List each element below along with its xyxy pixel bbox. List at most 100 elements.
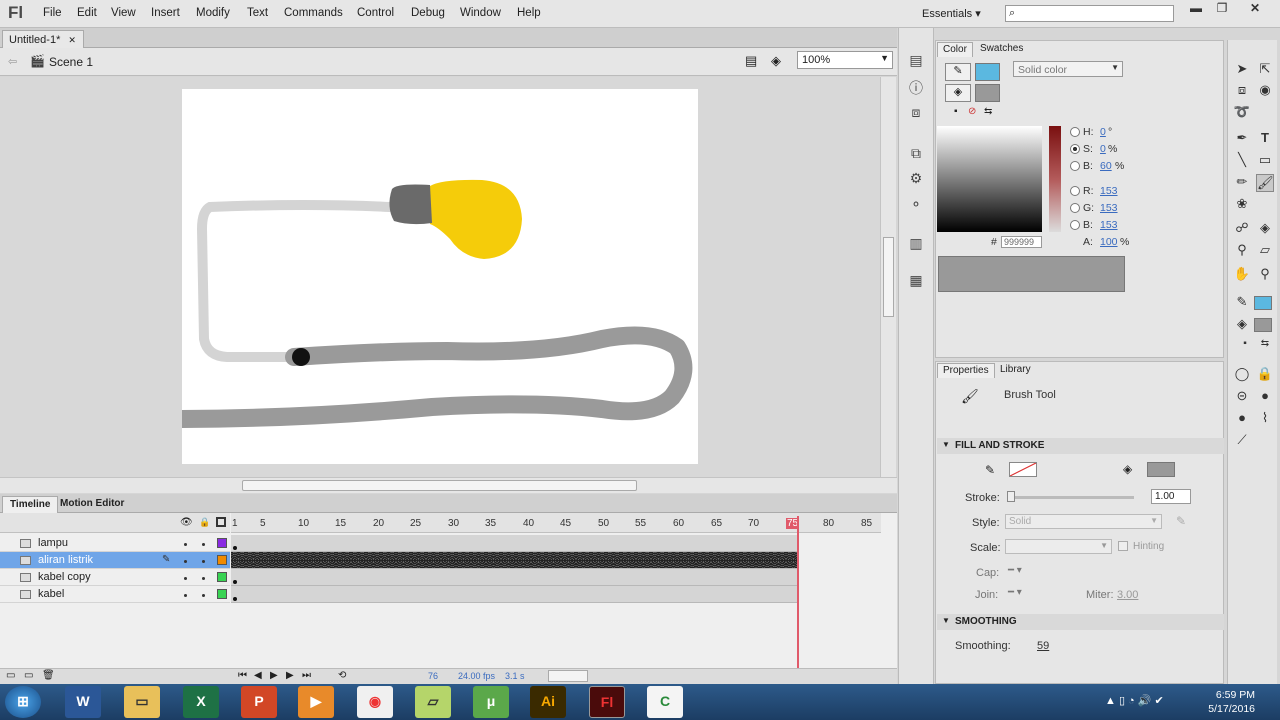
taskbar-powerpoint[interactable]: P xyxy=(241,686,277,718)
frame-span-kabel-copy[interactable] xyxy=(231,569,799,586)
frame-span-kabel[interactable] xyxy=(231,586,799,603)
new-layer-icon[interactable]: ▭ xyxy=(6,670,15,681)
minimize-button[interactable]: ▬ xyxy=(1184,1,1208,17)
deco-tool-icon[interactable]: ❀ xyxy=(1233,196,1251,214)
fill-color-tool-icon[interactable]: ◈ xyxy=(1233,316,1251,334)
step-forward-icon[interactable]: ▶ xyxy=(286,670,294,681)
hand-tool-icon[interactable]: ✋ xyxy=(1233,266,1251,284)
style-select[interactable]: Solid ▼ xyxy=(1005,514,1162,529)
taskbar-flash[interactable]: Fl xyxy=(589,686,625,718)
lock-dot[interactable] xyxy=(202,577,205,580)
document-tab[interactable]: Untitled-1* ✕ xyxy=(2,30,84,48)
menu-window[interactable]: Window xyxy=(460,7,501,19)
project-panel-icon[interactable]: ▥ xyxy=(906,235,926,255)
vscroll-thumb[interactable] xyxy=(883,237,894,317)
stroke-color-tool-icon[interactable]: ✎ xyxy=(1233,294,1251,312)
fill-type-select[interactable]: Solid color ▼ xyxy=(1013,61,1123,77)
play-icon[interactable]: ▶ xyxy=(270,670,278,681)
r-value[interactable]: 153 xyxy=(1100,185,1118,197)
layer-row-kabel[interactable]: kabel xyxy=(0,586,230,603)
lasso-tool-icon[interactable]: ➰ xyxy=(1233,104,1251,122)
taskbar-illustrator[interactable]: Ai xyxy=(530,686,566,718)
help-search-input[interactable]: ⌕ xyxy=(1005,5,1174,22)
lock-dot[interactable] xyxy=(202,594,205,597)
brush-shape-icon[interactable]: ● xyxy=(1233,410,1251,428)
no-color-icon[interactable]: ⊘ xyxy=(968,106,976,117)
layer-color-swatch[interactable] xyxy=(217,555,227,565)
components-icon[interactable]: ⚙ xyxy=(906,170,926,190)
subselection-tool-icon[interactable]: ⇱ xyxy=(1256,61,1274,79)
taskbar-utorrent[interactable]: μ xyxy=(473,686,509,718)
layer-color-swatch[interactable] xyxy=(217,589,227,599)
taskbar-camtasia[interactable]: C xyxy=(647,686,683,718)
menu-view[interactable]: View xyxy=(111,7,136,19)
toolbar-stroke-swatch[interactable] xyxy=(1254,296,1272,310)
menu-text[interactable]: Text xyxy=(247,7,268,19)
frame-rate[interactable]: 24.00 fps xyxy=(458,671,495,681)
taskbar-explorer[interactable]: ▭ xyxy=(124,686,160,718)
color-picker-field[interactable] xyxy=(937,126,1042,232)
smoothing-value[interactable]: 59 xyxy=(1037,640,1049,652)
alpha-value[interactable]: 100 xyxy=(1100,236,1118,248)
menu-debug[interactable]: Debug xyxy=(411,7,445,19)
edit-stroke-style-icon[interactable]: ✎ xyxy=(1176,514,1186,528)
brush-tool-button[interactable]: 🖌 xyxy=(1256,174,1274,192)
brush-mode-icon[interactable]: ⊝ xyxy=(1233,388,1251,406)
timeline-hscroll-thumb[interactable] xyxy=(548,670,588,682)
join-select[interactable]: ━ ▾ xyxy=(1008,587,1022,598)
smoothing-section[interactable]: ▼ SMOOTHING xyxy=(937,614,1224,630)
keyframe[interactable] xyxy=(233,580,237,584)
h-value[interactable]: 0 xyxy=(1100,126,1106,138)
output-panel-icon[interactable]: ▦ xyxy=(906,272,926,292)
lock-dot[interactable] xyxy=(202,543,205,546)
workspace-switcher[interactable]: Essentials ▾ xyxy=(922,7,981,20)
outline-icon[interactable] xyxy=(216,517,226,527)
radio-blue[interactable] xyxy=(1070,220,1080,230)
edit-scene-icon[interactable]: ▤ xyxy=(745,53,757,69)
tab-library[interactable]: Library xyxy=(995,363,1036,378)
info-panel-icon[interactable]: ⓘ xyxy=(906,78,926,98)
menu-help[interactable]: Help xyxy=(517,7,541,19)
tab-timeline[interactable]: Timeline xyxy=(2,496,59,513)
swap-colors-tool-icon[interactable]: ▪ xyxy=(1236,338,1254,356)
last-frame-icon[interactable]: ⏭ xyxy=(302,670,311,681)
menu-insert[interactable]: Insert xyxy=(151,7,180,19)
s-value[interactable]: 0 xyxy=(1100,143,1106,155)
color-slider[interactable] xyxy=(1049,126,1061,232)
menu-commands[interactable]: Commands xyxy=(284,7,343,19)
paint-bucket-tool-icon[interactable]: ◈ xyxy=(1256,220,1274,238)
current-frame[interactable]: 76 xyxy=(428,671,438,681)
taskbar-media-player[interactable]: ▶ xyxy=(298,686,334,718)
cap-select[interactable]: ━ ▾ xyxy=(1008,565,1022,576)
layer-row-kabel-copy[interactable]: kabel copy xyxy=(0,569,230,586)
tray-icons[interactable]: ▲ ▯ ◔ 🔊 ✔ xyxy=(1105,694,1164,707)
close-button[interactable]: ✕ xyxy=(1243,1,1267,17)
lock-dot[interactable] xyxy=(202,560,205,563)
default-colors-tool-icon[interactable]: ⇆ xyxy=(1256,338,1274,356)
zoom-select[interactable]: 100% ▼ xyxy=(797,51,893,69)
visibility-dot[interactable] xyxy=(184,594,187,597)
stroke-slider-thumb[interactable] xyxy=(1007,491,1015,502)
3d-rotation-tool-icon[interactable]: ◉ xyxy=(1256,82,1274,100)
menu-control[interactable]: Control xyxy=(357,7,394,19)
object-drawing-icon[interactable]: ◯ xyxy=(1233,366,1251,384)
tab-swatches[interactable]: Swatches xyxy=(975,42,1028,57)
layer-color-swatch[interactable] xyxy=(217,572,227,582)
fill-color-button[interactable] xyxy=(1147,462,1175,477)
keyframe[interactable] xyxy=(233,546,237,550)
frame-span-aliran-listrik[interactable] xyxy=(231,552,799,569)
stage-vertical-scrollbar[interactable] xyxy=(880,77,896,477)
miter-value[interactable]: 3.00 xyxy=(1117,589,1138,601)
new-folder-icon[interactable]: ▭ xyxy=(24,670,33,681)
swap-colors-icon[interactable]: ⇆ xyxy=(984,106,992,117)
zoom-tool-icon[interactable]: ⚲ xyxy=(1256,266,1274,284)
taskbar-excel[interactable]: X xyxy=(183,686,219,718)
stroke-slider[interactable] xyxy=(1009,496,1134,499)
restore-button[interactable]: ❐ xyxy=(1210,1,1234,17)
free-transform-tool-icon[interactable]: ⧈ xyxy=(1233,82,1251,100)
back-arrow-icon[interactable]: ⇦ xyxy=(8,55,17,68)
menu-edit[interactable]: Edit xyxy=(77,7,97,19)
tab-properties[interactable]: Properties xyxy=(937,363,995,378)
taskbar-app-red[interactable]: ◉ xyxy=(357,686,393,718)
visibility-dot[interactable] xyxy=(184,543,187,546)
